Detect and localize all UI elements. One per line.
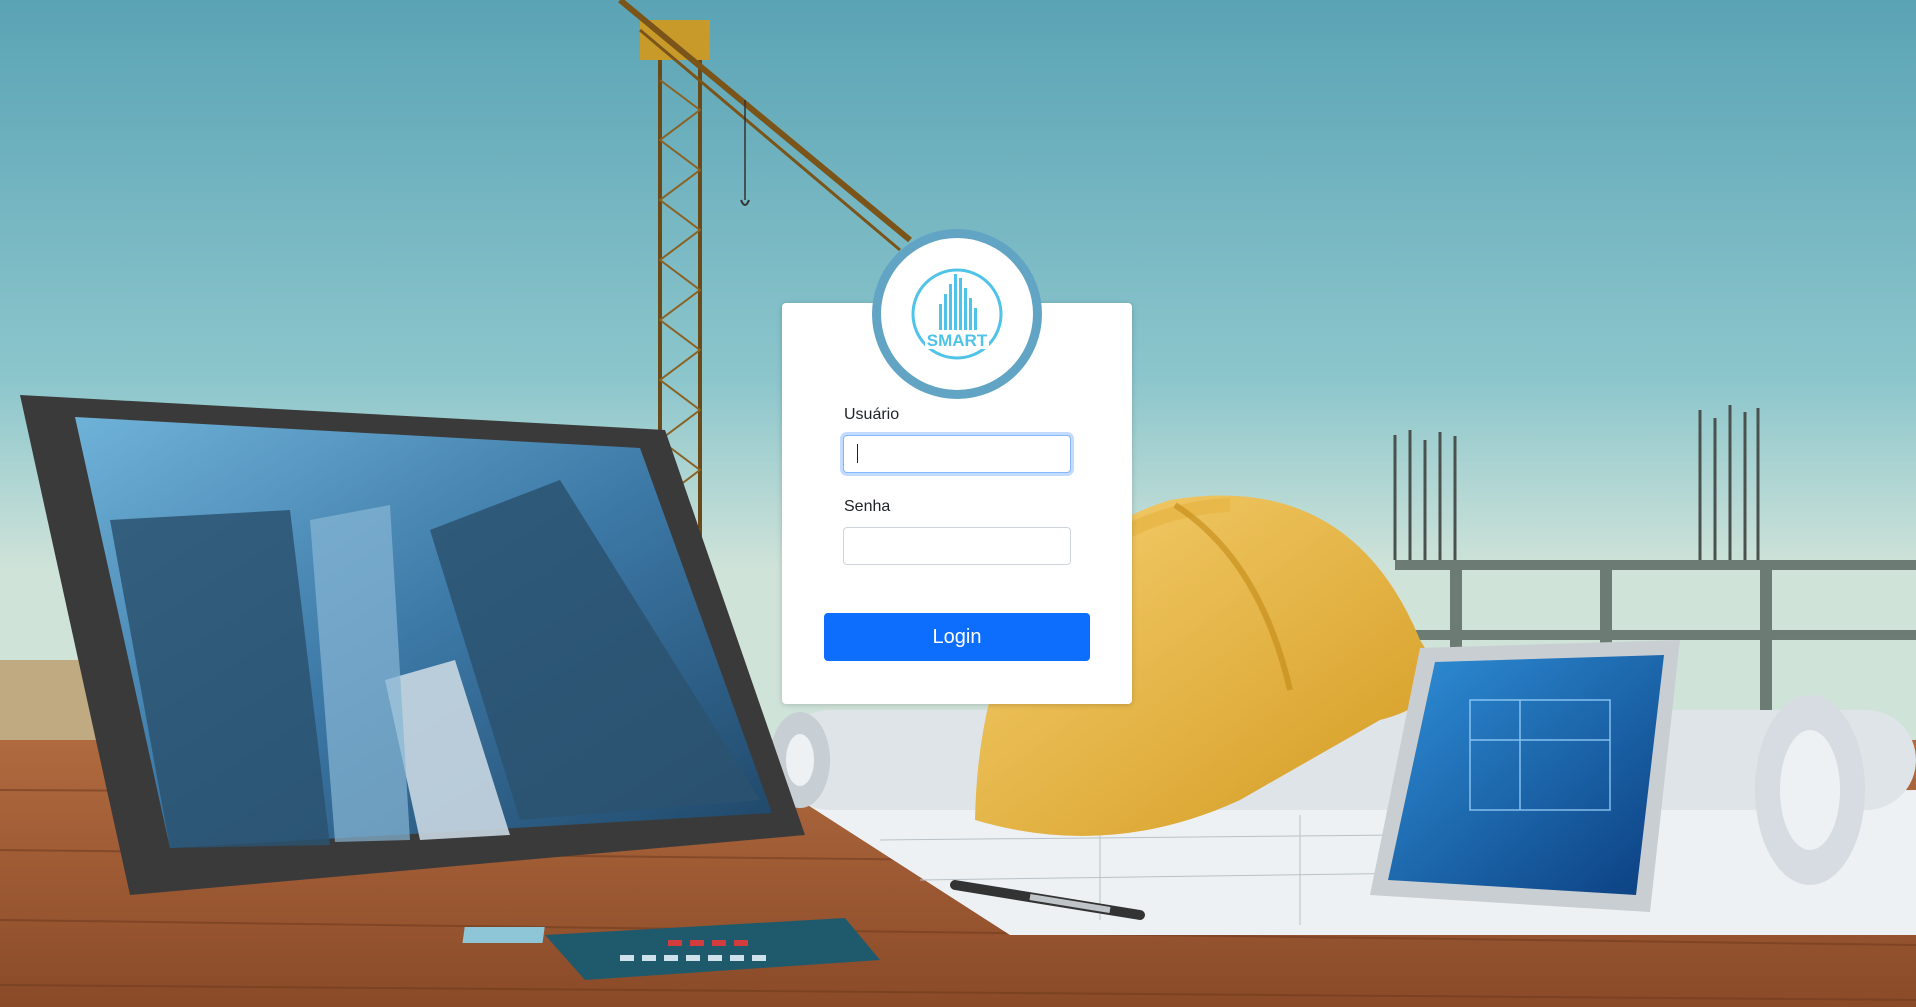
logo-text: SMART (927, 331, 988, 350)
username-label: Usuário (844, 406, 900, 423)
password-label: Senha (844, 498, 891, 515)
login-page: Usuário Senha Login SMART (0, 0, 1916, 1007)
text-caret (857, 444, 858, 463)
username-input[interactable] (843, 435, 1071, 473)
password-input[interactable] (843, 527, 1071, 565)
logo: SMART (872, 229, 1042, 399)
smart-building-logo-icon: SMART (911, 268, 1003, 360)
login-button[interactable]: Login (824, 613, 1090, 661)
